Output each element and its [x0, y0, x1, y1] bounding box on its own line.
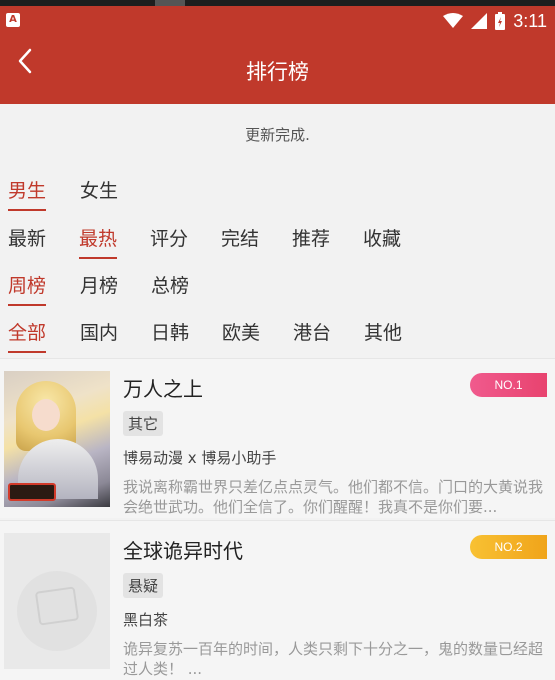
rank-badge: NO.1	[470, 373, 547, 397]
cover-logo	[8, 483, 56, 501]
book-author: 博易动漫 x 博易小助手	[123, 449, 277, 467]
book-author: 黑白茶	[123, 611, 169, 629]
notification-app-icon: A	[6, 13, 20, 27]
filter-sort-hottest[interactable]: 最热	[79, 224, 118, 259]
battery-icon	[495, 12, 506, 30]
app-bar: 排行榜	[0, 38, 555, 104]
filter-gender-male[interactable]: 男生	[8, 176, 47, 211]
image-placeholder-icon	[34, 586, 80, 626]
clock: 3:11	[513, 10, 547, 31]
filter-region-hk-tw[interactable]: 港台	[293, 318, 331, 351]
book-description: 我说离称霸世界只差亿点点灵气。他们都不信。门口的大黄说我会绝世武功。他们全信了。…	[123, 478, 544, 516]
book-cover-placeholder[interactable]	[4, 533, 110, 669]
book-list-item[interactable]: 全球诡异时代 NO.2 悬疑 黑白茶 诡异复苏一百年的时间，人类只剩下十分之一，…	[0, 520, 555, 680]
filter-sort-favorites[interactable]: 收藏	[363, 224, 401, 257]
ranking-content: 更新完成. 男生 女生 最新 最热 评分 完结 推荐 收藏 周榜 月榜 总榜 全…	[0, 104, 555, 680]
rank-badge: NO.2	[470, 535, 547, 559]
filter-region-domestic[interactable]: 国内	[80, 318, 118, 351]
filter-period-all-time[interactable]: 总榜	[151, 271, 189, 304]
cellular-signal-icon	[471, 13, 488, 29]
filter-region-other[interactable]: 其他	[364, 318, 402, 351]
filter-region-japan-korea[interactable]: 日韩	[151, 318, 189, 351]
book-title: 万人之上	[123, 377, 203, 401]
genre-tag: 悬疑	[123, 573, 164, 598]
filter-period-weekly[interactable]: 周榜	[8, 271, 47, 306]
filter-sort-latest[interactable]: 最新	[8, 224, 46, 257]
status-bar-top-strip	[0, 0, 555, 6]
update-status-message: 更新完成.	[245, 126, 310, 144]
filter-sort-completed[interactable]: 完结	[221, 224, 259, 257]
filter-region-all[interactable]: 全部	[8, 318, 47, 353]
wifi-icon	[443, 13, 464, 28]
page-title: 排行榜	[246, 60, 309, 84]
genre-tag: 其它	[123, 411, 164, 436]
filter-sort-recommended[interactable]: 推荐	[292, 224, 330, 257]
filter-gender-female[interactable]: 女生	[80, 176, 118, 209]
book-description: 诡异复苏一百年的时间，人类只剩下十分之一，鬼的数量已经超过人类！ ...	[123, 640, 544, 678]
filter-period-monthly[interactable]: 月榜	[80, 271, 118, 304]
book-title: 全球诡异时代	[123, 539, 243, 563]
filter-region-western[interactable]: 欧美	[222, 318, 260, 351]
status-icons: 3:11	[443, 10, 547, 32]
book-list-item[interactable]: 万人之上 NO.1 其它 博易动漫 x 博易小助手 我说离称霸世界只差亿点点灵气…	[0, 358, 555, 518]
status-bar: A 3:11	[0, 0, 555, 38]
book-cover-image[interactable]	[4, 371, 110, 507]
filter-sort-rating[interactable]: 评分	[150, 224, 188, 257]
